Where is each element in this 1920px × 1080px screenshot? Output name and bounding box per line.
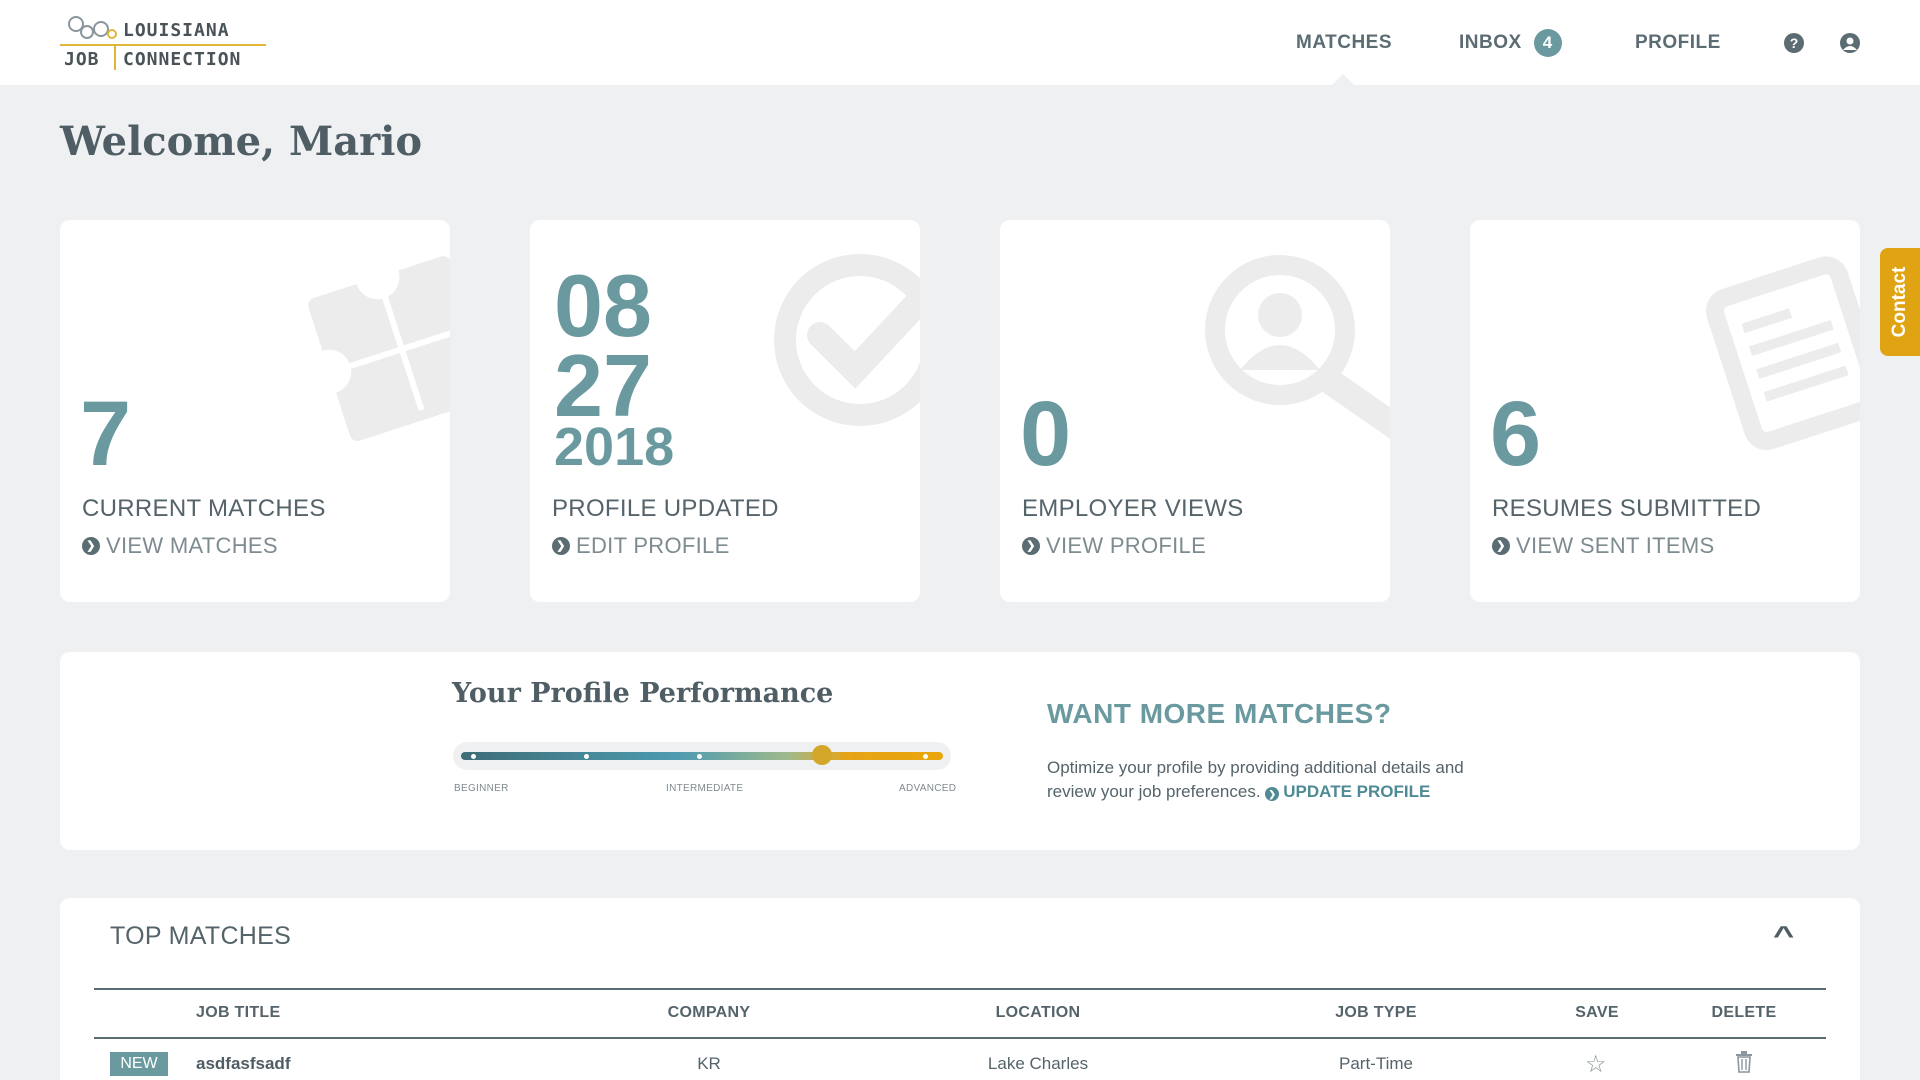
chevron-right-icon: ❯ (82, 537, 100, 555)
column-header-job-type[interactable]: JOB TYPE (1316, 1004, 1436, 1022)
logo-line2-left: JOB (64, 49, 100, 70)
want-more-matches-title: WANT MORE MATCHES? (1047, 698, 1392, 729)
logo[interactable]: LOUISIANA JOB CONNECTION (60, 14, 270, 74)
view-matches-link-label: VIEW MATCHES (106, 533, 278, 558)
logo-line2-right: CONNECTION (123, 49, 242, 70)
chevron-right-icon: ❯ (552, 537, 570, 555)
view-sent-items-link[interactable]: ❯ VIEW SENT ITEMS (1492, 533, 1714, 559)
edit-profile-link-label: EDIT PROFILE (576, 533, 730, 558)
resumes-submitted-label: RESUMES SUBMITTED (1492, 495, 1762, 522)
job-type: Part-Time (1339, 1054, 1413, 1073)
employer-views-label: EMPLOYER VIEWS (1022, 495, 1244, 522)
current-matches-count: 7 (80, 383, 132, 485)
column-header-company[interactable]: COMPANY (649, 1004, 769, 1022)
chevron-right-icon: ❯ (1492, 537, 1510, 555)
profile-performance-panel: Your Profile Performance BEGINNER INTERM… (60, 652, 1860, 850)
stat-card-current-matches: 7 CURRENT MATCHES ❯ VIEW MATCHES (60, 220, 450, 602)
logo-line1: LOUISIANA (123, 20, 230, 41)
table-divider (94, 1037, 1826, 1039)
chevron-up-icon[interactable]: ^ (1773, 920, 1794, 951)
meter-label-advanced: ADVANCED (899, 783, 957, 794)
meter-tick (471, 754, 476, 759)
logo-divider-vertical (114, 46, 116, 70)
help-icon[interactable]: ? (1784, 33, 1804, 53)
inbox-count-badge: 4 (1533, 28, 1562, 57)
logo-divider (60, 44, 266, 46)
employer-views-count: 0 (1020, 383, 1072, 485)
view-sent-items-link-label: VIEW SENT ITEMS (1516, 533, 1715, 558)
performance-meter-knob (811, 745, 832, 765)
update-profile-link[interactable]: ❯ UPDATE PROFILE (1265, 782, 1430, 801)
column-header-job-title[interactable]: JOB TITLE (196, 1004, 280, 1022)
active-nav-caret (1332, 74, 1354, 85)
logo-circles-icon (68, 16, 117, 39)
stat-card-profile-updated: 08 27 2018 PROFILE UPDATED ❯ EDIT PROFIL… (530, 220, 920, 602)
star-icon[interactable]: ☆ (1585, 1050, 1607, 1079)
performance-title: Your Profile Performance (452, 678, 834, 709)
view-profile-link[interactable]: ❯ VIEW PROFILE (1022, 533, 1206, 559)
meter-tick (697, 754, 702, 759)
update-profile-link-label: UPDATE PROFILE (1283, 782, 1431, 801)
meter-tick (584, 754, 589, 759)
top-matches-panel: TOP MATCHES ^ JOB TITLE COMPANY LOCATION… (60, 898, 1860, 1080)
trash-icon[interactable] (1735, 1051, 1753, 1073)
new-badge: NEW (110, 1052, 168, 1076)
meter-tick (923, 754, 928, 759)
view-profile-link-label: VIEW PROFILE (1046, 533, 1207, 558)
profile-updated-label: PROFILE UPDATED (552, 495, 779, 522)
column-header-delete: DELETE (1711, 1004, 1777, 1021)
view-matches-link[interactable]: ❯ VIEW MATCHES (82, 533, 278, 559)
nav-matches[interactable]: MATCHES (1296, 0, 1392, 85)
user-circle-icon[interactable] (1840, 33, 1860, 53)
puzzle-icon (307, 255, 450, 441)
nav-inbox[interactable]: INBOX 4 (1459, 0, 1562, 85)
current-matches-label: CURRENT MATCHES (82, 495, 326, 522)
page-title: Welcome, Mario (60, 118, 423, 165)
document-icon (1705, 256, 1860, 450)
contact-tab[interactable]: Contact (1880, 248, 1920, 356)
top-navbar: LOUISIANA JOB CONNECTION MATCHES INBOX 4… (0, 0, 1920, 85)
check-circle-icon (774, 254, 920, 426)
column-header-save: SAVE (1575, 1004, 1619, 1021)
performance-meter-bar (461, 752, 943, 760)
table-divider (94, 988, 1826, 990)
job-location: Lake Charles (987, 1054, 1089, 1073)
job-company: KR (697, 1054, 721, 1073)
chevron-right-icon: ❯ (1265, 787, 1280, 801)
top-matches-title: TOP MATCHES (110, 922, 292, 950)
user-search-icon (1205, 255, 1390, 439)
want-more-matches-text: Optimize your profile by providing addit… (1047, 756, 1507, 804)
column-header-location[interactable]: LOCATION (978, 1004, 1098, 1022)
resumes-submitted-count: 6 (1490, 383, 1542, 485)
contact-tab-label: Contact (1889, 266, 1910, 338)
performance-meter (453, 742, 951, 770)
meter-label-beginner: BEGINNER (454, 783, 509, 794)
meter-label-intermediate: INTERMEDIATE (666, 783, 744, 794)
nav-profile[interactable]: PROFILE (1635, 0, 1721, 85)
profile-updated-year: 2018 (554, 417, 675, 477)
chevron-right-icon: ❯ (1022, 537, 1040, 555)
nav-inbox-label: INBOX (1459, 31, 1522, 53)
job-title-link[interactable]: asdfasfsadf (196, 1054, 290, 1074)
stat-card-employer-views: 0 EMPLOYER VIEWS ❯ VIEW PROFILE (1000, 220, 1390, 602)
stat-card-resumes-submitted: 6 RESUMES SUBMITTED ❯ VIEW SENT ITEMS (1470, 220, 1860, 602)
edit-profile-link[interactable]: ❯ EDIT PROFILE (552, 533, 730, 559)
